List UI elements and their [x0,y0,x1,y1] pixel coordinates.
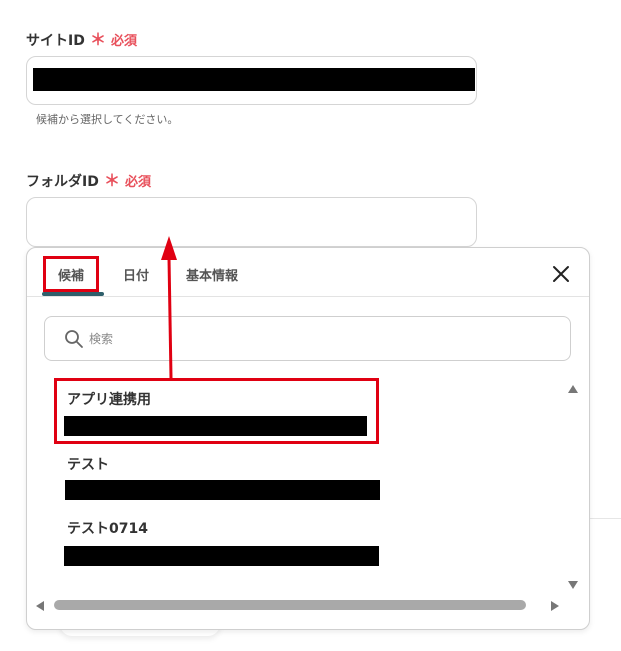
annotation-arrow [161,236,177,379]
